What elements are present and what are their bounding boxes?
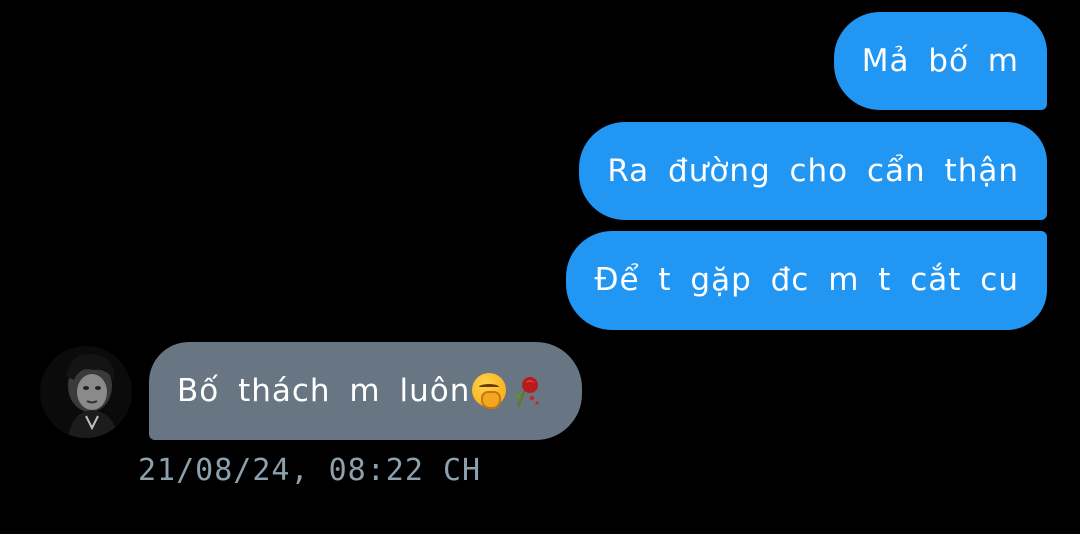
incoming-message-text: Bố thách m luôn <box>177 373 471 409</box>
outgoing-message-bubble[interactable]: Mả bố m <box>833 12 1047 110</box>
yawning-face-icon <box>472 373 507 409</box>
message-timestamp: 21/08/24, 08:22 CH <box>138 453 482 488</box>
outgoing-message-bubble[interactable]: Ra đường cho cẩn thận <box>579 122 1047 220</box>
incoming-message-bubble[interactable]: Bố thách m luôn <box>149 342 583 440</box>
contact-avatar[interactable] <box>40 346 132 438</box>
wilted-rose-icon <box>515 377 539 408</box>
chat-thread: Mả bố m Ra đường cho cẩn thận Để t gặp đ… <box>0 0 1080 534</box>
avatar-photo <box>40 346 132 438</box>
outgoing-message-bubble[interactable]: Để t gặp đc m t cắt cu <box>566 231 1047 330</box>
